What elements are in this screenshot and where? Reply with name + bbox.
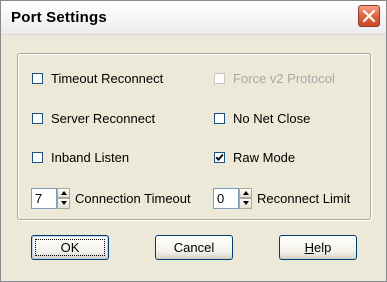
help-button-label: elp: [314, 240, 332, 255]
reconnect-limit-input[interactable]: [213, 187, 239, 209]
spin-arrows: [57, 187, 70, 209]
arrow-up-icon: [243, 190, 249, 195]
no-net-close-label: No Net Close: [233, 110, 311, 126]
cancel-button-label: Cancel: [173, 240, 215, 255]
spin-down-button[interactable]: [57, 198, 70, 209]
checkbox-box[interactable]: [214, 151, 225, 163]
arrow-down-icon: [61, 201, 67, 205]
ok-button[interactable]: OK: [31, 235, 109, 260]
close-button[interactable]: [358, 5, 380, 27]
inband-listen-label: Inband Listen: [51, 149, 130, 165]
spin-up-button[interactable]: [239, 187, 252, 198]
help-accelerator-key: H: [304, 240, 315, 255]
connection-timeout-label: Connection Timeout: [75, 190, 191, 206]
reconnect-limit-label: Reconnect Limit: [257, 190, 351, 206]
checkbox-box[interactable]: [214, 112, 225, 124]
checkbox-box[interactable]: [32, 72, 43, 84]
raw-mode-label: Raw Mode: [233, 149, 296, 165]
checkmark-icon: [215, 153, 224, 161]
arrow-down-icon: [243, 201, 249, 205]
server-reconnect-label: Server Reconnect: [51, 110, 156, 126]
focus-rectangle: [35, 239, 105, 256]
no-net-close-checkbox[interactable]: No Net Close: [214, 109, 310, 127]
timeout-reconnect-checkbox[interactable]: Timeout Reconnect: [32, 69, 163, 87]
server-reconnect-checkbox[interactable]: Server Reconnect: [32, 109, 155, 127]
cancel-button[interactable]: Cancel: [155, 235, 233, 260]
close-icon: [363, 10, 375, 22]
spin-up-button[interactable]: [57, 187, 70, 198]
raw-mode-checkbox[interactable]: Raw Mode: [214, 148, 295, 166]
checkbox-box: [214, 72, 225, 84]
connection-timeout-spinner: Connection Timeout: [31, 187, 191, 209]
connection-timeout-input[interactable]: [31, 187, 57, 209]
arrow-up-icon: [61, 190, 67, 195]
dialog-title: Port Settings: [11, 9, 107, 26]
inband-listen-checkbox[interactable]: Inband Listen: [32, 148, 129, 166]
spin-down-button[interactable]: [239, 198, 252, 209]
reconnect-limit-spinner: Reconnect Limit: [213, 187, 350, 209]
port-settings-dialog: Port Settings Timeout Reconnect Server R…: [0, 0, 387, 282]
spin-arrows: [239, 187, 252, 209]
force-v2-protocol-label: Force v2 Protocol: [233, 70, 335, 86]
checkbox-box[interactable]: [32, 112, 43, 124]
help-button[interactable]: Help: [279, 235, 357, 260]
force-v2-protocol-checkbox: Force v2 Protocol: [214, 69, 335, 87]
title-bar[interactable]: Port Settings: [1, 1, 386, 35]
checkbox-box[interactable]: [32, 151, 43, 163]
timeout-reconnect-label: Timeout Reconnect: [51, 70, 164, 86]
